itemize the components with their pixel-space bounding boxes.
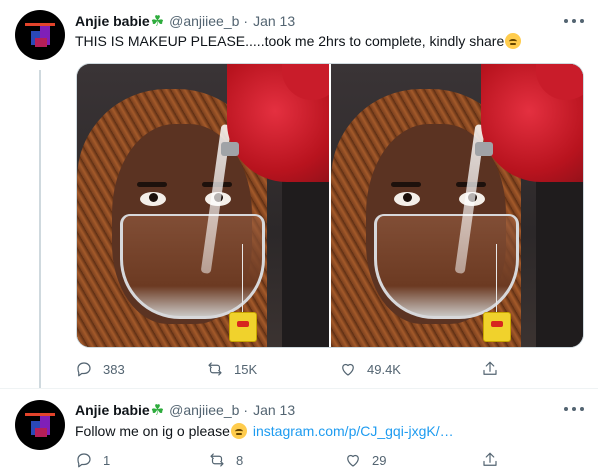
share-icon bbox=[483, 452, 497, 466]
separator-dot: · bbox=[243, 402, 249, 418]
tweet-date[interactable]: Jan 13 bbox=[253, 13, 295, 29]
share-button[interactable] bbox=[481, 450, 499, 470]
separator-dot: · bbox=[243, 13, 249, 29]
clover-emoji-icon: ☘ bbox=[150, 13, 165, 30]
clover-emoji-icon: ☘ bbox=[150, 402, 165, 419]
tweet-actions: 383 15K 49.4K bbox=[75, 359, 575, 379]
author-name[interactable]: Anjie babie bbox=[75, 402, 150, 418]
share-button[interactable] bbox=[481, 359, 499, 379]
heart-icon bbox=[342, 363, 354, 376]
retweet-icon bbox=[208, 362, 222, 376]
author-handle[interactable]: @anjiiee_b bbox=[169, 13, 239, 29]
tweet-text-body: THIS IS MAKEUP PLEASE.....took me 2hrs t… bbox=[75, 33, 505, 49]
avatar[interactable] bbox=[15, 10, 65, 60]
like-count: 49.4K bbox=[367, 361, 401, 377]
retweet-button[interactable]: 15K bbox=[206, 359, 257, 379]
tweet-photo-1[interactable] bbox=[77, 64, 329, 347]
tweet-main[interactable]: Anjie babie ☘ @anjiiee_b · Jan 13 THIS I… bbox=[0, 0, 598, 388]
more-options-icon[interactable] bbox=[564, 404, 584, 414]
tweet-text: Follow me on ig o please instagram.com/p/… bbox=[75, 423, 454, 439]
retweet-count: 8 bbox=[236, 452, 244, 468]
like-count: 29 bbox=[372, 452, 387, 468]
like-button[interactable]: 49.4K bbox=[339, 359, 401, 379]
tweet-header: Anjie babie ☘ @anjiiee_b · Jan 13 bbox=[75, 11, 295, 31]
reply-icon bbox=[77, 453, 91, 468]
heart-icon bbox=[347, 454, 359, 467]
rolling-eyes-emoji-icon bbox=[230, 423, 247, 439]
tweet-text-body: Follow me on ig o please bbox=[75, 423, 230, 439]
retweet-button[interactable]: 8 bbox=[208, 450, 243, 470]
reply-count: 1 bbox=[103, 452, 111, 468]
reply-count: 383 bbox=[103, 361, 125, 377]
reply-icon bbox=[77, 362, 91, 377]
like-button[interactable]: 29 bbox=[344, 450, 386, 470]
tweet-actions: 1 8 29 bbox=[75, 450, 575, 470]
reply-button[interactable]: 383 bbox=[75, 359, 125, 379]
tweet-header: Anjie babie ☘ @anjiiee_b · Jan 13 bbox=[75, 400, 295, 420]
author-handle[interactable]: @anjiiee_b bbox=[169, 402, 239, 418]
tweet-text: THIS IS MAKEUP PLEASE.....took me 2hrs t… bbox=[75, 33, 522, 49]
more-options-icon[interactable] bbox=[564, 16, 584, 26]
tweet-date[interactable]: Jan 13 bbox=[253, 402, 295, 418]
author-name[interactable]: Anjie babie bbox=[75, 13, 150, 29]
retweet-icon bbox=[210, 453, 224, 467]
avatar[interactable] bbox=[15, 400, 65, 450]
media-grid bbox=[76, 63, 584, 348]
instagram-link[interactable]: instagram.com/p/CJ_gqi-jxgK/… bbox=[253, 423, 454, 439]
tweet-photo-2[interactable] bbox=[331, 64, 583, 347]
retweet-count: 15K bbox=[234, 361, 258, 377]
rolling-eyes-emoji-icon bbox=[505, 33, 522, 49]
share-icon bbox=[483, 361, 497, 375]
reply-button[interactable]: 1 bbox=[75, 450, 110, 470]
